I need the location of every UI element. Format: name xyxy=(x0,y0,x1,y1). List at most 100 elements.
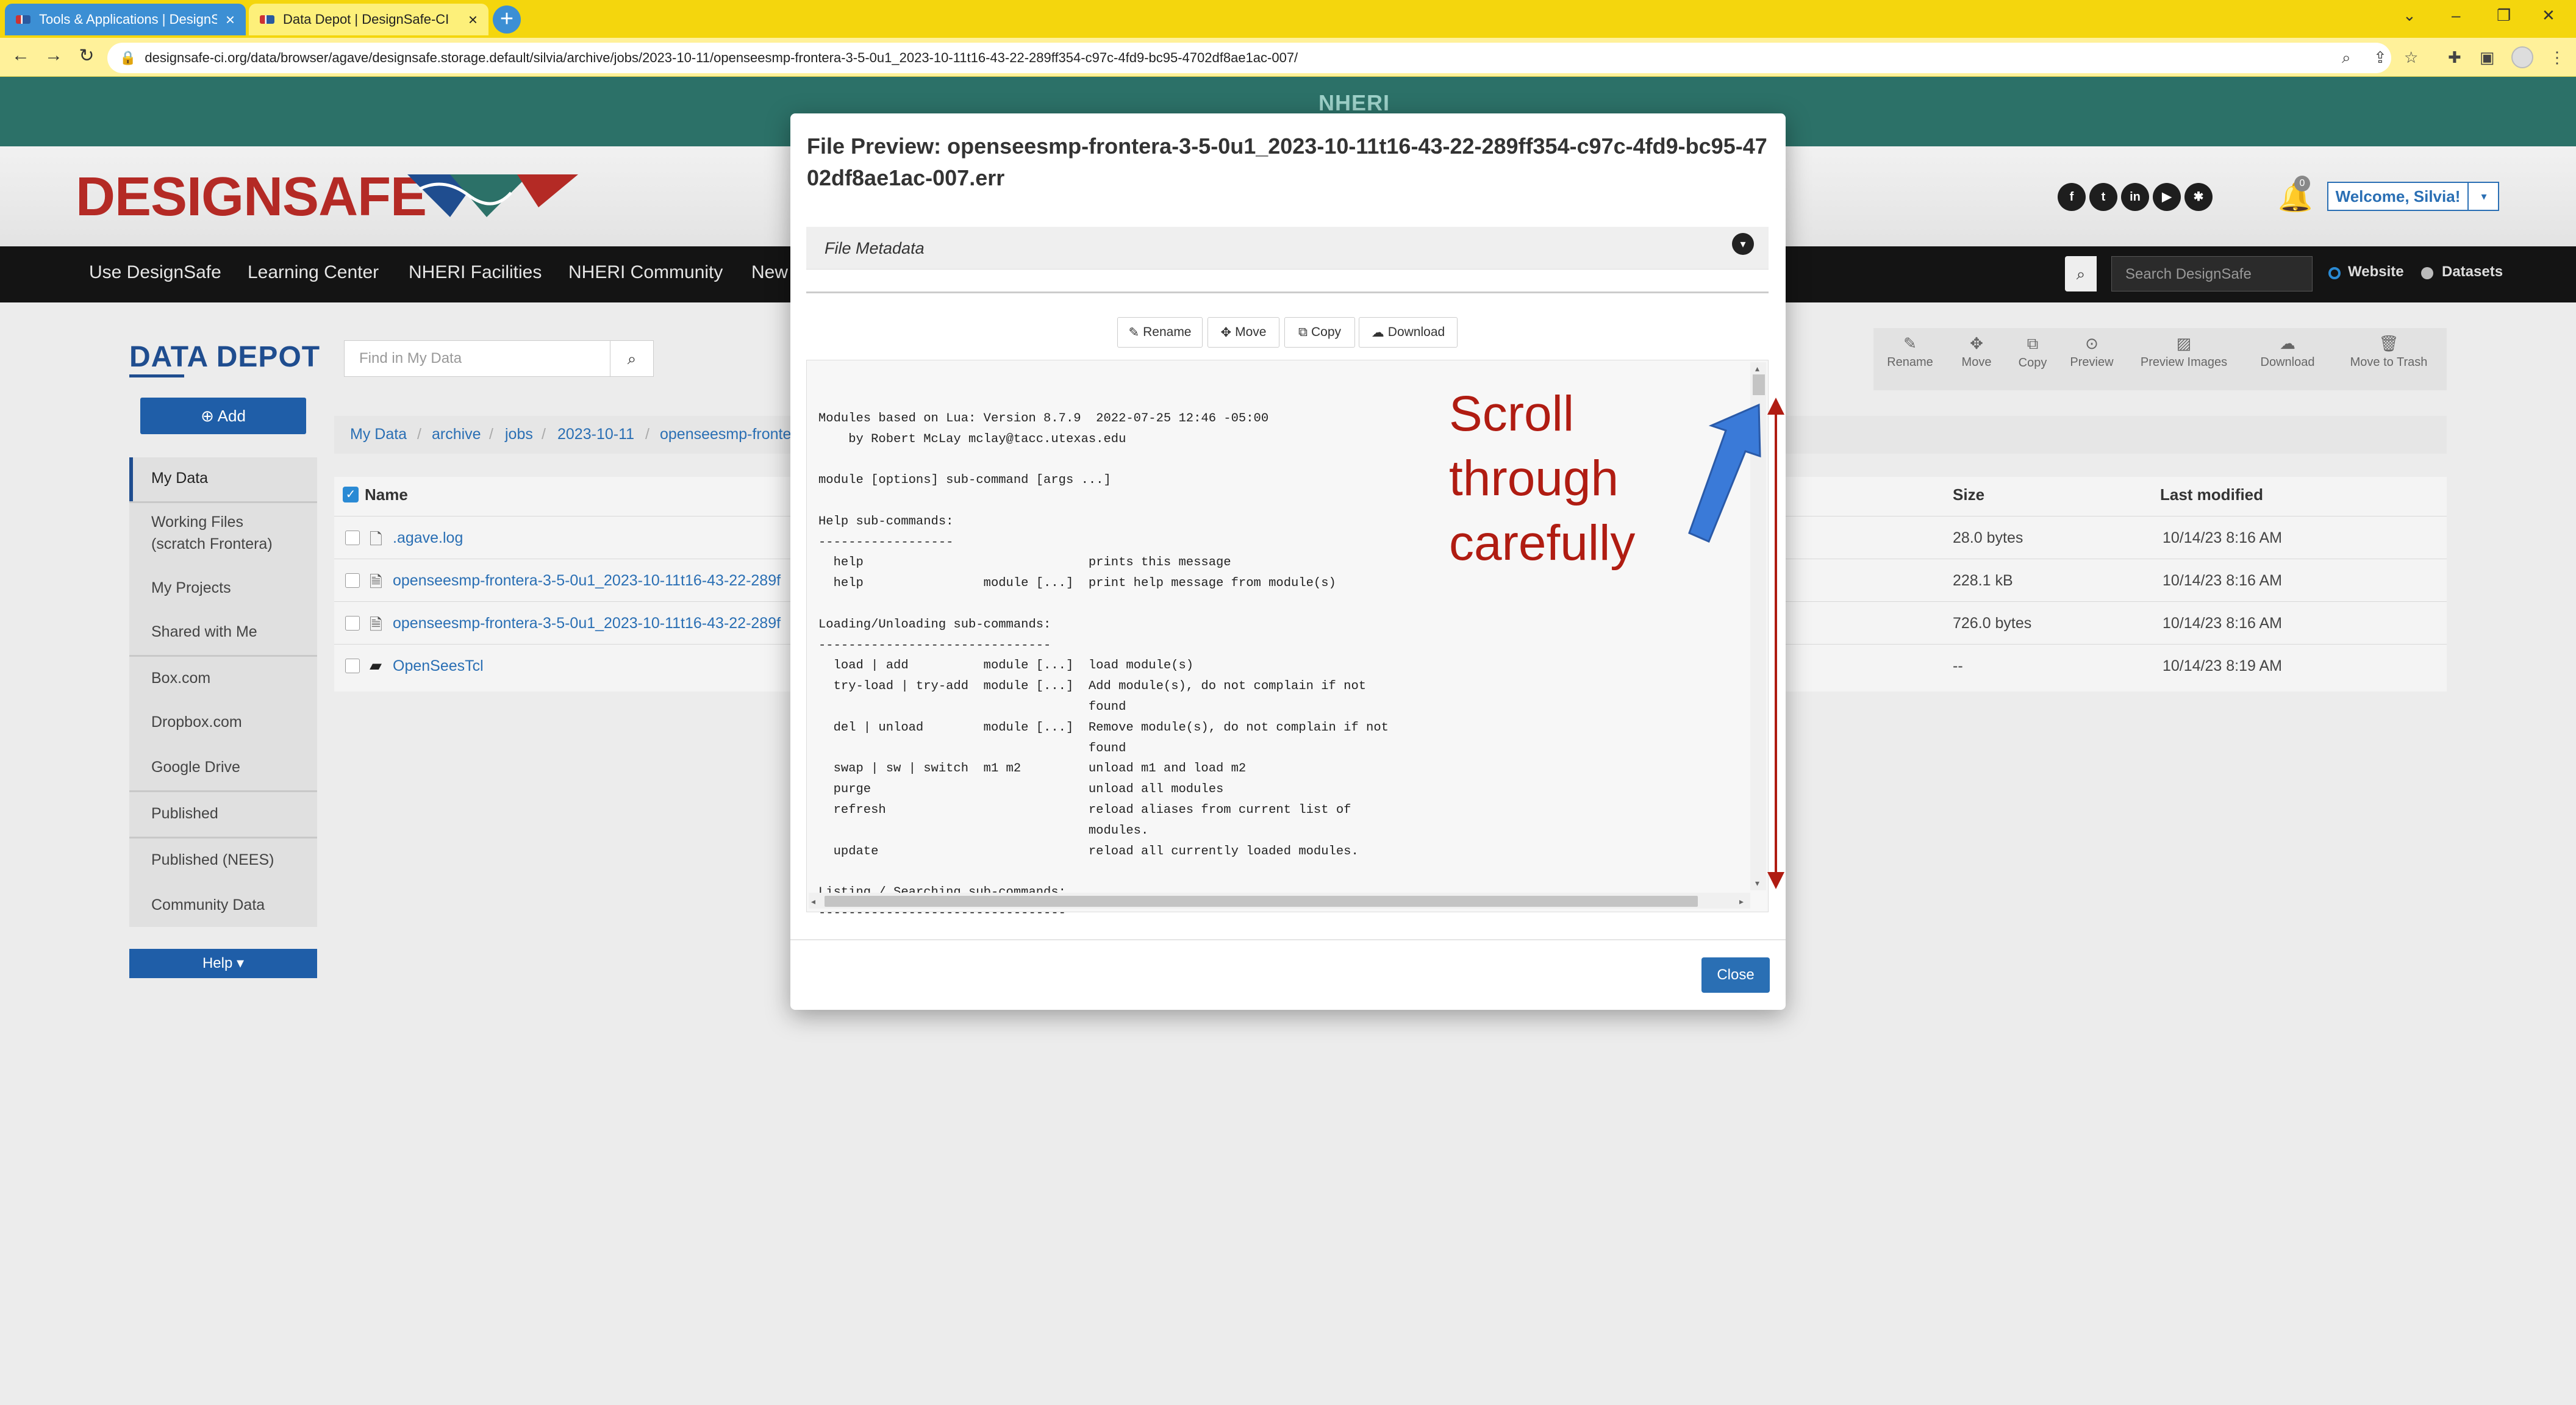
designsafe-logo[interactable]: DESIGNSAFE xyxy=(76,166,427,229)
file-text-icon: 🗎 xyxy=(370,573,382,591)
nav-nheri-facilities[interactable]: NHERI Facilities xyxy=(409,262,542,283)
nheri-logo[interactable]: NHERI xyxy=(1318,90,1390,116)
extensions-icon[interactable]: ✚ xyxy=(2448,48,2461,67)
select-all-checkbox[interactable]: ✓ xyxy=(343,487,359,502)
profile-avatar[interactable] xyxy=(2511,46,2533,68)
column-last-modified[interactable]: Last modified xyxy=(2160,485,2263,504)
chevron-down-icon[interactable]: ▾ xyxy=(2467,182,2499,211)
download-label: Download xyxy=(1387,325,1445,339)
scroll-left-icon[interactable]: ◂ xyxy=(811,896,815,907)
facebook-icon[interactable]: f xyxy=(2058,183,2086,211)
sidebar-item-published-nees[interactable]: Published (NEES) xyxy=(151,850,274,870)
url-bar[interactable]: 🔒 designsafe-ci.org/data/browser/agave/d… xyxy=(107,43,2391,73)
sidebar-item-my-projects[interactable]: My Projects xyxy=(151,578,231,598)
slack-icon[interactable]: ✱ xyxy=(2184,183,2213,211)
vertical-scroll-thumb[interactable] xyxy=(1753,374,1765,395)
file-name[interactable]: .agave.log xyxy=(393,529,463,547)
sidebar-item-google-drive[interactable]: Google Drive xyxy=(151,757,240,777)
row-checkbox[interactable] xyxy=(345,616,360,631)
column-name[interactable]: Name xyxy=(365,485,408,504)
browser-menu-icon[interactable]: ⋮ xyxy=(2549,48,2565,67)
rename-label: Rename xyxy=(1143,325,1192,339)
sidebar-item-my-data[interactable]: My Data xyxy=(151,468,208,488)
file-name[interactable]: openseesmp-frontera-3-5-0u1_2023-10-11t1… xyxy=(393,572,790,590)
column-size[interactable]: Size xyxy=(1953,485,1984,504)
row-checkbox[interactable] xyxy=(345,659,360,673)
sidebar-item-working-files[interactable]: Working Files xyxy=(151,512,243,532)
toolbar-label: Copy xyxy=(2018,356,2047,370)
zoom-icon[interactable]: ⌕ xyxy=(2342,48,2351,68)
close-button[interactable]: Close xyxy=(1701,957,1770,993)
sidebar-item-published[interactable]: Published xyxy=(151,804,218,823)
horizontal-scroll-thumb[interactable] xyxy=(825,896,1698,907)
find-in-my-data-input[interactable]: Find in My Data xyxy=(344,340,611,377)
trash-icon: 🗑 xyxy=(2378,334,2399,352)
row-checkbox[interactable] xyxy=(345,573,360,588)
tab-close-icon[interactable]: × xyxy=(468,12,478,27)
toolbar-preview-images[interactable]: ▨ Preview Images xyxy=(2126,334,2242,370)
site-search-input[interactable]: Search DesignSafe xyxy=(2111,256,2313,291)
move-button[interactable]: ✥ Move xyxy=(1208,317,1279,348)
tab-search-icon[interactable]: ⌄ xyxy=(2403,6,2416,25)
add-button[interactable]: ⊕ Add xyxy=(140,398,306,434)
toolbar-preview[interactable]: ⊙ Preview xyxy=(2061,334,2122,370)
nav-learning-center[interactable]: Learning Center xyxy=(248,262,379,283)
radio-website[interactable] xyxy=(2328,267,2341,279)
breadcrumb-archive[interactable]: archive xyxy=(432,426,481,443)
new-tab-button[interactable]: + xyxy=(493,5,521,34)
scroll-up-icon[interactable]: ▴ xyxy=(1755,363,1759,374)
designsafe-favicon xyxy=(16,15,30,24)
share-icon[interactable]: ⇪ xyxy=(2374,48,2387,67)
tab-data-depot[interactable]: Data Depot | DesignSafe-CI × xyxy=(249,4,488,35)
search-icon[interactable]: ⌕ xyxy=(2065,256,2097,291)
toolbar-move-to-trash[interactable]: 🗑 Move to Trash xyxy=(2337,334,2441,370)
minimize-button[interactable]: – xyxy=(2452,6,2460,25)
sidebar-item-box[interactable]: Box.com xyxy=(151,668,210,688)
breadcrumb-my-data[interactable]: My Data xyxy=(350,426,407,443)
breadcrumb-jobs[interactable]: jobs xyxy=(505,426,533,443)
restore-button[interactable]: ❐ xyxy=(2497,6,2511,25)
chevron-down-icon[interactable]: ▾ xyxy=(1732,233,1754,255)
rename-button[interactable]: ✎ Rename xyxy=(1117,317,1203,348)
back-icon[interactable]: ← xyxy=(9,45,33,66)
nav-nheri-community[interactable]: NHERI Community xyxy=(568,262,723,283)
sidebar-item-working-files-sub[interactable]: (scratch Frontera) xyxy=(151,534,273,554)
search-icon[interactable]: ⌕ xyxy=(610,340,654,377)
nav-news[interactable]: New xyxy=(751,262,788,283)
twitter-icon[interactable]: t xyxy=(2089,183,2117,211)
scroll-right-icon[interactable]: ▸ xyxy=(1739,896,1744,907)
copy-button[interactable]: ⧉ Copy xyxy=(1284,317,1355,348)
side-panel-icon[interactable]: ▣ xyxy=(2480,48,2495,67)
row-checkbox[interactable] xyxy=(345,531,360,545)
designsafe-favicon xyxy=(260,15,274,24)
toolbar-move[interactable]: ✥ Move xyxy=(1949,334,2004,370)
close-window-button[interactable]: ✕ xyxy=(2542,6,2555,25)
toolbar-rename[interactable]: ✎ Rename xyxy=(1873,334,1947,370)
scroll-down-icon[interactable]: ▾ xyxy=(1755,878,1759,888)
tab-tools-applications[interactable]: Tools & Applications | DesignSaf × xyxy=(5,4,246,35)
linkedin-icon[interactable]: in xyxy=(2121,183,2149,211)
forward-icon[interactable]: → xyxy=(41,45,66,66)
file-name[interactable]: openseesmp-frontera-3-5-0u1_2023-10-11t1… xyxy=(393,615,790,632)
sidebar-item-shared[interactable]: Shared with Me xyxy=(151,622,257,642)
radio-datasets[interactable] xyxy=(2421,267,2433,279)
tab-close-icon[interactable]: × xyxy=(226,12,235,27)
toolbar-copy[interactable]: ⧉ Copy xyxy=(2005,334,2060,370)
breadcrumb-date[interactable]: 2023-10-11 xyxy=(557,426,634,443)
youtube-icon[interactable]: ▶ xyxy=(2153,183,2181,211)
breadcrumb-separator: / xyxy=(542,426,546,443)
sidebar-item-community-data[interactable]: Community Data xyxy=(151,895,265,915)
annotation-line: through xyxy=(1449,451,1619,506)
toolbar-download[interactable]: ☁ Download xyxy=(2249,334,2326,370)
help-button[interactable]: Help ▾ xyxy=(129,949,317,978)
vertical-scrollbar[interactable] xyxy=(1750,362,1766,890)
welcome-label: Welcome, Silvia! xyxy=(2335,187,2461,206)
file-name[interactable]: OpenSeesTcl xyxy=(393,657,484,675)
bookmark-star-icon[interactable]: ☆ xyxy=(2404,48,2418,67)
breadcrumb-job-folder[interactable]: openseesmp-fronte xyxy=(660,426,791,443)
download-button[interactable]: ☁ Download xyxy=(1359,317,1458,348)
sidebar-item-dropbox[interactable]: Dropbox.com xyxy=(151,712,242,732)
file-metadata-panel[interactable] xyxy=(806,227,1769,270)
reload-icon[interactable]: ↻ xyxy=(74,45,99,66)
nav-use-designsafe[interactable]: Use DesignSafe xyxy=(89,262,221,283)
